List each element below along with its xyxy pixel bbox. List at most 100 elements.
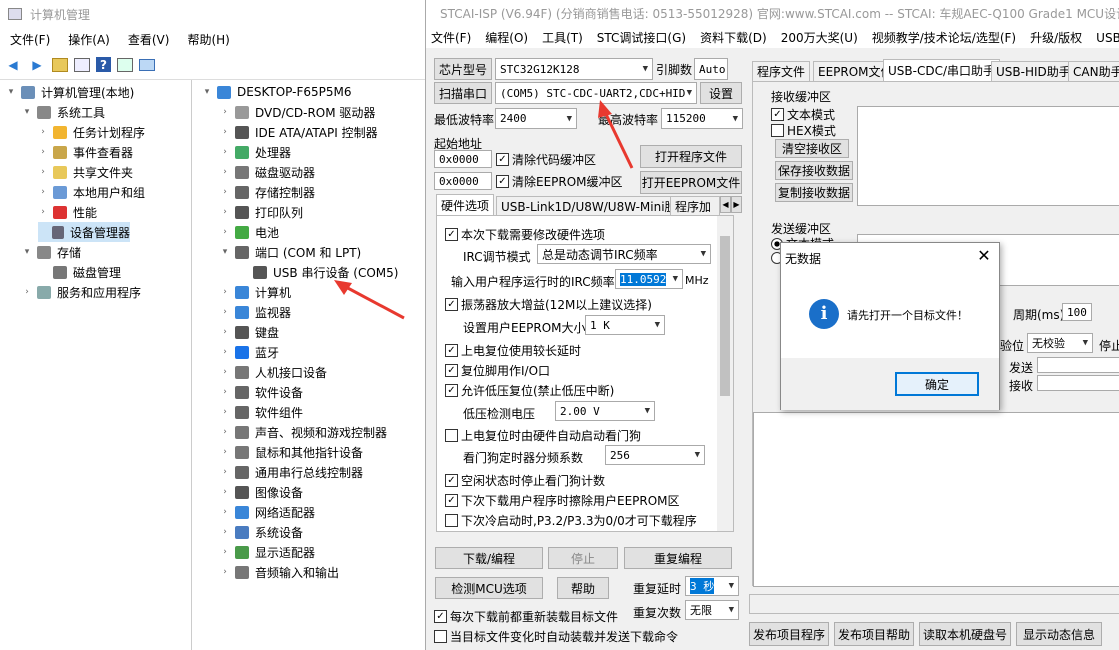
cm-tree-item[interactable]: 磁盘管理 <box>36 262 121 282</box>
max-baud-select[interactable]: 115200 ▼ <box>661 108 743 129</box>
detect-mcu-button[interactable]: 检测MCU选项 <box>435 577 543 599</box>
cm-tree-item[interactable]: › 服务和应用程序 <box>20 282 141 302</box>
device-tree-item[interactable]: › 磁盘驱动器 <box>218 162 315 182</box>
open-program-file-button[interactable]: 打开程序文件 <box>640 145 742 168</box>
chevron-right-icon[interactable]: › <box>20 287 34 297</box>
chevron-right-icon[interactable]: › <box>36 127 50 137</box>
chevron-right-icon[interactable]: › <box>218 187 232 197</box>
chevron-right-icon[interactable]: › <box>218 467 232 477</box>
cm-menu-view[interactable]: 查看(V) <box>128 31 170 48</box>
chevron-right-icon[interactable]: › <box>218 407 232 417</box>
watchdog-prescaler-select[interactable]: 256 ▼ <box>605 445 705 465</box>
cm-menu-file[interactable]: 文件(F) <box>10 31 50 48</box>
device-tree-item[interactable]: › 网络适配器 <box>218 502 315 522</box>
irc-mode-select[interactable]: 总是动态调节IRC频率 ▼ <box>537 244 711 264</box>
tab-hardware-options[interactable]: 硬件选项 <box>436 194 495 216</box>
chevron-right-icon[interactable]: › <box>218 367 232 377</box>
device-tree-item[interactable]: › 软件设备 <box>218 382 303 402</box>
chevron-right-icon[interactable]: › <box>218 387 232 397</box>
device-tree-item[interactable]: › 通用串行总线控制器 <box>218 462 363 482</box>
chevron-down-icon[interactable]: ▾ <box>20 107 34 117</box>
device-tree-item[interactable]: › 监视器 <box>218 302 291 322</box>
min-baud-select[interactable]: 2400 ▼ <box>495 108 577 129</box>
download-program-button[interactable]: 下载/编程 <box>435 547 543 569</box>
recv-textarea[interactable] <box>857 106 1119 206</box>
show-hide-tree-icon[interactable] <box>74 57 90 72</box>
chevron-down-icon[interactable]: ▾ <box>218 247 232 257</box>
clear-recv-button[interactable]: 清空接收区 <box>775 139 849 158</box>
ok-button[interactable]: 确定 <box>895 372 979 396</box>
device-tree-item[interactable]: › 图像设备 <box>218 482 303 502</box>
device-tree-item[interactable]: › IDE ATA/ATAPI 控制器 <box>218 122 378 142</box>
cm-tree-item[interactable]: ▾ 存储 <box>20 242 81 262</box>
scan-port-button[interactable]: 扫描串口 <box>434 82 492 104</box>
low-voltage-reset-checkbox[interactable]: ✓ 允许低压复位(禁止低压中断) <box>445 382 614 399</box>
stc-menu-download[interactable]: 资料下载(D) <box>700 29 767 46</box>
device-tree-item[interactable]: › 存储控制器 <box>218 182 315 202</box>
device-tree-item[interactable]: › 软件组件 <box>218 402 303 422</box>
help-icon[interactable]: ? <box>96 57 111 72</box>
repeat-count-select[interactable]: 无限 ▼ <box>685 600 739 620</box>
repeat-delay-select[interactable]: 3 秒 ▼ <box>685 576 739 596</box>
tab-can[interactable]: CAN助手 <box>1068 61 1119 81</box>
save-recv-button[interactable]: 保存接收数据 <box>775 161 853 180</box>
repeat-program-button[interactable]: 重复编程 <box>624 547 732 569</box>
device-tree-item[interactable]: › DVD/CD-ROM 驱动器 <box>218 102 375 122</box>
device-tree-item[interactable]: › 人机接口设备 <box>218 362 327 382</box>
copy-recv-button[interactable]: 复制接收数据 <box>775 183 853 202</box>
close-icon[interactable]: ✕ <box>975 247 993 265</box>
options-scrollbar[interactable] <box>717 216 733 531</box>
up-folder-icon[interactable] <box>52 57 68 72</box>
chevron-right-icon[interactable]: › <box>218 207 232 217</box>
cm-tree-item[interactable]: ▾ 系统工具 <box>20 102 105 122</box>
cm-tree-item[interactable]: › 任务计划程序 <box>36 122 145 142</box>
tab-scroll-left-button[interactable]: ◀ <box>720 196 731 213</box>
device-tree-item[interactable]: › 蓝牙 <box>218 342 279 362</box>
chevron-down-icon[interactable]: ▾ <box>200 87 214 97</box>
device-tree-item[interactable]: › 音频输入和输出 <box>218 562 339 582</box>
tab-usb-cdc-serial[interactable]: USB-CDC/串口助手 <box>883 59 1001 81</box>
chevron-right-icon[interactable]: › <box>218 327 232 337</box>
chevron-right-icon[interactable]: › <box>218 287 232 297</box>
device-tree-item[interactable]: ▾ 端口 (COM 和 LPT) <box>218 242 361 262</box>
stc-menu-debug[interactable]: STC调试接口(G) <box>597 29 686 46</box>
stc-menu-tools[interactable]: 工具(T) <box>542 29 583 46</box>
chevron-right-icon[interactable]: › <box>36 187 50 197</box>
cm-tree-item[interactable]: 设备管理器 <box>38 222 130 242</box>
cm-menu-action[interactable]: 操作(A) <box>68 31 110 48</box>
recv-hex-mode-checkbox[interactable]: HEX模式 <box>771 122 836 139</box>
device-tree-item[interactable]: › 计算机 <box>218 282 291 302</box>
low-voltage-select[interactable]: 2.00 V ▼ <box>555 401 655 421</box>
scrollbar-thumb[interactable] <box>720 236 730 396</box>
watchdog-autostart-checkbox[interactable]: 上电复位时由硬件自动启动看门狗 <box>445 427 641 444</box>
stc-menu-upgrade[interactable]: 升级/版权 <box>1030 29 1082 46</box>
cm-tree-item[interactable]: › 本地用户和组 <box>36 182 145 202</box>
modify-hardware-checkbox[interactable]: ✓ 本次下载需要修改硬件选项 <box>445 226 605 243</box>
device-tree-item[interactable]: ▾ DESKTOP-F65P5M6 <box>200 82 352 102</box>
check-bit-select[interactable]: 无校验 ▼ <box>1027 333 1093 353</box>
back-arrow-icon[interactable]: ◀ <box>4 56 22 74</box>
start-address-input-2[interactable]: 0x0000 <box>434 172 492 190</box>
chip-type-select[interactable]: STC32G12K128 ▼ <box>495 58 653 80</box>
clear-code-checkbox[interactable]: ✓ 清除代码缓冲区 <box>496 151 596 168</box>
chevron-right-icon[interactable]: › <box>36 207 50 217</box>
chevron-right-icon[interactable]: › <box>36 167 50 177</box>
long-reset-delay-checkbox[interactable]: ✓ 上电复位使用较长延时 <box>445 342 581 359</box>
start-address-input-1[interactable]: 0x0000 <box>434 150 492 168</box>
cm-menu-help[interactable]: 帮助(H) <box>187 31 229 48</box>
oscillator-gain-checkbox[interactable]: ✓ 振荡器放大增益(12M以上建议选择) <box>445 296 652 313</box>
device-tree-item[interactable]: › 声音、视频和游戏控制器 <box>218 422 387 442</box>
device-tree-item[interactable]: › 系统设备 <box>218 522 303 542</box>
chevron-right-icon[interactable]: › <box>218 427 232 437</box>
log-output-area[interactable] <box>753 412 1119 587</box>
auto-reload-checkbox[interactable]: 当目标文件变化时自动装载并发送下载命令 <box>434 628 678 645</box>
chevron-right-icon[interactable]: › <box>218 507 232 517</box>
chevron-right-icon[interactable]: › <box>218 567 232 577</box>
properties-icon[interactable] <box>117 57 133 72</box>
chip-type-button[interactable]: 芯片型号 <box>434 58 492 80</box>
stc-menu-prize[interactable]: 200万大奖(U) <box>781 29 858 46</box>
clear-eeprom-checkbox[interactable]: ✓ 清除EEPROM缓冲区 <box>496 173 623 190</box>
tab-scroll-right-button[interactable]: ▶ <box>731 196 742 213</box>
chevron-right-icon[interactable]: › <box>218 347 232 357</box>
stc-menu-usb[interactable]: USB驱 <box>1096 29 1119 46</box>
